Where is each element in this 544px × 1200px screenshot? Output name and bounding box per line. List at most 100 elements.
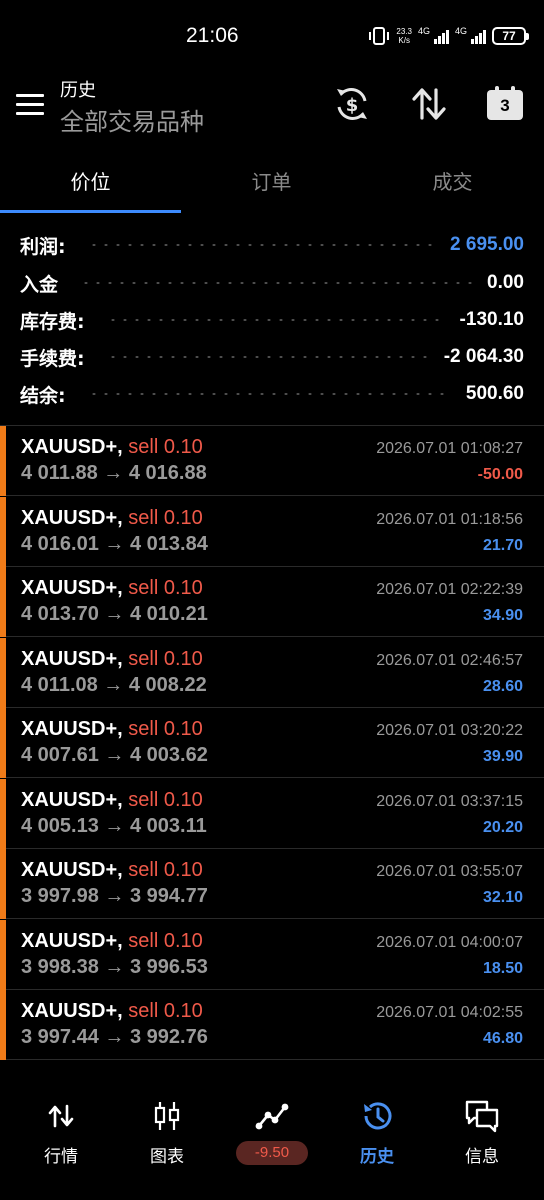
trade-row[interactable]: XAUUSD+, sell 0.10 3 998.38 → 3 996.53 2… <box>0 919 544 990</box>
trade-symbol: XAUUSD+, sell 0.10 <box>21 929 203 952</box>
nav-history[interactable]: 历史 <box>323 1086 431 1176</box>
summary-value: 0.00 <box>487 272 524 293</box>
sell-indicator <box>0 637 6 708</box>
status-bar: 21:06 23.3 K/s 4G 4G 77 <box>0 0 544 72</box>
calendar-icon[interactable]: 3 <box>487 86 523 120</box>
leader-dots <box>87 393 452 395</box>
trade-side: sell 0.10 <box>128 929 203 952</box>
nav-messages[interactable]: 信息 <box>428 1086 536 1176</box>
page-title: 历史 <box>60 80 96 101</box>
currency-exchange-icon[interactable]: $ <box>332 84 372 124</box>
nav-label: 行情 <box>44 1147 78 1167</box>
speed-unit: K/s <box>398 36 410 45</box>
trade-profit: -50.00 <box>477 466 523 483</box>
symbol-filter[interactable]: 全部交易品种 <box>60 102 204 137</box>
speed-value: 23.3 <box>396 27 412 36</box>
messages-icon <box>465 1100 499 1133</box>
trade-side: sell 0.10 <box>128 859 203 881</box>
nav-quotes[interactable]: 行情 <box>7 1086 115 1176</box>
trade-side: sell 0.10 <box>128 788 203 811</box>
sell-indicator <box>0 919 6 990</box>
trade-side: sell 0.10 <box>128 1000 203 1022</box>
trade-prices: 4 011.08 → 4 008.22 <box>21 673 207 696</box>
nav-label: 信息 <box>465 1147 499 1167</box>
quotes-icon <box>48 1104 74 1128</box>
trade-profit: 32.10 <box>482 889 523 906</box>
network-speed: 23.3 K/s <box>396 27 412 45</box>
svg-text:$: $ <box>346 95 359 116</box>
chart-candles-icon <box>154 1102 180 1130</box>
trade-profit: 28.60 <box>482 677 523 695</box>
trade-time: 2026.07.01 04:02:55 <box>376 1004 523 1021</box>
sort-icon[interactable] <box>409 84 449 124</box>
trade-time: 2026.07.01 03:55:07 <box>376 863 523 880</box>
trade-prices: 4 013.70 → 4 010.21 <box>21 603 208 625</box>
summary-row-profit: 利润: 2 695.00 <box>20 230 524 260</box>
sell-indicator <box>0 778 6 849</box>
leader-dots <box>106 356 430 358</box>
trade-prices: 4 007.61 → 4 003.62 <box>21 744 208 766</box>
tab-positions[interactable]: 价位 <box>0 166 181 195</box>
menu-icon[interactable] <box>16 94 44 116</box>
leader-dots <box>80 282 474 284</box>
summary-label: 入金 <box>20 273 59 296</box>
tab-bar: 价位 订单 成交 <box>0 158 544 214</box>
trade-row[interactable]: XAUUSD+, sell 0.10 4 016.01 → 4 013.84 2… <box>0 496 544 567</box>
trade-profit: 21.70 <box>482 536 523 554</box>
trade-symbol: XAUUSD+, sell 0.10 <box>21 647 203 670</box>
sell-indicator <box>0 426 6 496</box>
nav-chart[interactable]: 图表 <box>113 1086 221 1176</box>
network-type-1: 4G <box>417 26 430 36</box>
nav-label: 历史 <box>360 1147 394 1167</box>
summary-row-commission: 手续费: -2 064.30 <box>20 342 524 372</box>
summary-label: 结余: <box>20 384 66 407</box>
trade-prices: 4 011.88 → 4 016.88 <box>21 462 207 484</box>
trade-symbol: XAUUSD+, sell 0.10 <box>21 436 203 458</box>
tab-deals[interactable]: 成交 <box>362 166 543 195</box>
signal-icon-2 <box>471 28 486 44</box>
trade-row[interactable]: XAUUSD+, sell 0.10 4 007.61 → 4 003.62 2… <box>0 708 544 778</box>
network-type-2: 4G <box>454 26 467 36</box>
trade-symbol: XAUUSD+, sell 0.10 <box>21 577 203 599</box>
trade-prices: 3 998.38 → 3 996.53 <box>21 955 208 978</box>
battery-icon: 77 <box>492 27 529 45</box>
sell-indicator <box>0 990 6 1060</box>
tab-orders[interactable]: 订单 <box>181 166 362 195</box>
trade-time: 2026.07.01 02:46:57 <box>376 651 523 669</box>
status-icons: 23.3 K/s 4G 4G 77 <box>368 26 529 46</box>
nav-label: 图表 <box>150 1147 184 1167</box>
summary-value: -2 064.30 <box>443 346 524 367</box>
trade-icon <box>255 1103 289 1130</box>
trade-row[interactable]: XAUUSD+, sell 0.10 4 013.70 → 4 010.21 2… <box>0 567 544 637</box>
summary-label: 手续费: <box>20 347 85 370</box>
summary-label: 库存费: <box>20 310 85 333</box>
summary-row-deposit: 入金 0.00 <box>20 268 524 298</box>
trade-prices: 4 005.13 → 4 003.11 <box>21 814 207 837</box>
active-tab-indicator <box>0 210 181 213</box>
trade-symbol: XAUUSD+, sell 0.10 <box>21 859 203 881</box>
trade-profit: 20.20 <box>482 818 523 836</box>
trade-symbol: XAUUSD+, sell 0.10 <box>21 506 203 529</box>
trade-row[interactable]: XAUUSD+, sell 0.10 3 997.98 → 3 994.77 2… <box>0 849 544 919</box>
trade-time: 2026.07.01 04:00:07 <box>376 933 523 951</box>
trade-profit: 46.80 <box>482 1030 523 1047</box>
trade-profit: 39.90 <box>482 748 523 765</box>
trade-time: 2026.07.01 01:18:56 <box>376 510 523 528</box>
summary-value: 500.60 <box>465 383 524 404</box>
trade-prices: 3 997.44 → 3 992.76 <box>21 1026 208 1048</box>
summary-row-balance: 结余: 500.60 <box>20 379 524 409</box>
history-icon <box>364 1102 392 1130</box>
trade-row[interactable]: XAUUSD+, sell 0.10 4 011.08 → 4 008.22 2… <box>0 637 544 708</box>
floating-pnl-badge: -9.50 <box>236 1141 308 1165</box>
trade-time: 2026.07.01 01:08:27 <box>376 440 523 457</box>
trade-prices: 4 016.01 → 4 013.84 <box>21 532 208 555</box>
trade-symbol: XAUUSD+, sell 0.10 <box>21 1000 203 1022</box>
sell-indicator <box>0 708 6 778</box>
trade-side: sell 0.10 <box>128 647 203 670</box>
trade-row[interactable]: XAUUSD+, sell 0.10 4 011.88 → 4 016.88 2… <box>0 426 544 496</box>
trade-profit: 34.90 <box>482 607 523 624</box>
trade-row[interactable]: XAUUSD+, sell 0.10 4 005.13 → 4 003.11 2… <box>0 778 544 849</box>
trade-row[interactable]: XAUUSD+, sell 0.10 3 997.44 → 3 992.76 2… <box>0 990 544 1060</box>
trade-side: sell 0.10 <box>128 577 203 599</box>
leader-dots <box>87 244 437 246</box>
